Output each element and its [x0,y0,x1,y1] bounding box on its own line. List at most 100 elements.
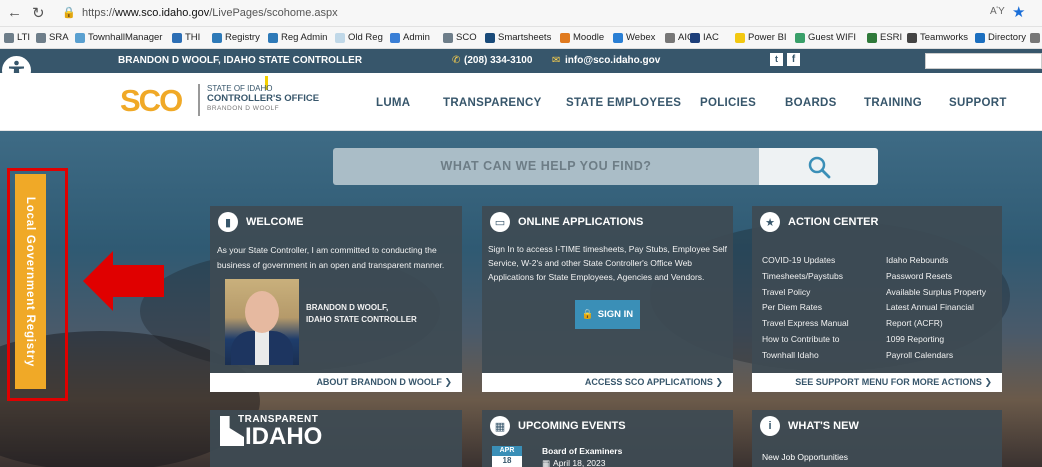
favorite-label: THI [185,32,201,43]
email-link[interactable]: info@sco.idaho.gov [565,55,660,66]
transparent-idaho-panel[interactable]: TRANSPARENT IDAHO [210,410,462,467]
action-link[interactable]: Password Resets [886,269,986,285]
favorite-item[interactable]: SCO [443,32,477,43]
whats-new-panel: i WHAT'S NEW New Job Opportunities [752,410,1002,467]
chevron-right-icon: ❯ [444,377,452,387]
favorite-item[interactable]: Smartsheets [485,32,551,43]
event-title[interactable]: Board of Examiners [542,446,622,456]
phone-icon: ✆ [452,55,461,66]
menu-transparency[interactable]: TRANSPARENCY [443,97,542,109]
events-header: ▦ UPCOMING EVENTS [490,416,626,436]
menu-luma[interactable]: LUMA [376,97,410,109]
twitter-icon[interactable]: t [770,53,783,66]
favorite-label: SCO [456,32,477,43]
favorite-item[interactable]: Reg Admin [268,32,327,43]
read-aloud-icon[interactable]: AὙ [990,6,1005,17]
favorite-item[interactable]: Guest WIFI [795,32,856,43]
logo-line3: BRANDON D WOOLF [207,105,280,112]
bookmark-icon [975,32,985,43]
favorite-item[interactable]: Power BI [735,32,787,43]
menu-boards[interactable]: BOARDS [785,97,837,109]
favorite-item[interactable]: TownhallManager [75,32,162,43]
support-menu-link[interactable]: SEE SUPPORT MENU FOR MORE ACTIONS ❯ [752,373,1002,392]
search-input[interactable]: WHAT CAN WE HELP YOU FIND? [333,148,759,185]
menu-training[interactable]: TRAINING [864,97,922,109]
action-link[interactable]: Latest Annual Financial [886,300,986,316]
action-links-left: COVID-19 Updates Timesheets/Paystubs Tra… [762,253,849,364]
whats-new-item[interactable]: New Job Opportunities [762,452,848,462]
url-field[interactable]: https://www.sco.idaho.gov/LivePages/scoh… [82,7,338,19]
favorite-star-icon[interactable]: ★ [1012,3,1025,21]
controller-name: BRANDON D WOOLF, IDAHO STATE CONTROLLER [118,55,363,66]
action-header: ★ ACTION CENTER [760,212,878,232]
facebook-icon[interactable]: f [787,53,800,66]
url-prefix: https:// [82,7,116,19]
menu-state-employees[interactable]: STATE EMPLOYEES [566,97,681,109]
lock-icon: 🔒 [581,309,594,320]
calendar-icon: ▦ [490,416,510,436]
action-link[interactable]: Idaho Rebounds [886,253,986,269]
action-links-right: Idaho Rebounds Password Resets Available… [886,253,986,364]
menu-policies[interactable]: POLICIES [700,97,756,109]
search-button[interactable] [759,148,878,185]
bookmark-icon [212,32,222,43]
action-link[interactable]: Townhall Idaho [762,348,849,364]
action-link[interactable]: Timesheets/Paystubs [762,269,849,285]
favorite-item[interactable]: Utah [1030,32,1042,43]
logo-mark: SCO [120,83,183,118]
favorite-item[interactable]: ESRI [867,32,902,43]
favorite-item[interactable]: LTI [4,32,30,43]
online-applications-panel: ▭ ONLINE APPLICATIONS Sign In to access … [482,206,733,392]
action-link[interactable]: Travel Express Manual [762,316,849,332]
event-month: APR [492,446,522,456]
favorite-label: Guest WIFI [808,32,857,43]
logo-line2: CONTROLLER'S OFFICE [207,93,320,104]
portrait-face [245,291,279,333]
favorite-item[interactable]: THI [172,32,200,43]
refresh-icon[interactable]: ↻ [32,4,45,22]
action-link[interactable]: COVID-19 Updates [762,253,849,269]
idaho-label: IDAHO [245,423,323,450]
favorite-item[interactable]: Teamworks [907,32,968,43]
lock-icon[interactable]: 🔒 [62,6,76,19]
back-arrow-icon[interactable]: ← [7,4,22,21]
action-link[interactable]: Travel Policy [762,285,849,301]
bookmark-icon [75,32,85,43]
favorite-item[interactable]: Old Reg [335,32,383,43]
favorite-item[interactable]: IAC [690,32,719,43]
favorite-item[interactable]: Admin [390,32,430,43]
welcome-name: BRANDON D WOOLF, [306,303,389,312]
sign-in-button[interactable]: 🔒 SIGN IN [575,300,640,329]
calendar-small-icon: ▦ [542,458,551,467]
email-icon: ✉ [552,55,561,66]
menu-support[interactable]: SUPPORT [949,97,1007,109]
phone-link[interactable]: (208) 334-3100 [464,55,532,66]
logo-text: STATE OF IDAHO CONTROLLER'S OFFICE BRAND… [207,84,319,114]
event-day: 18 [502,456,512,465]
action-link[interactable]: Payroll Calendars [886,348,986,364]
chevron-right-icon: ❯ [715,377,723,387]
welcome-header: ▮ WELCOME [218,212,303,232]
sco-logo[interactable]: SCO [120,83,191,119]
site-search-box[interactable] [925,53,1042,69]
favorite-item[interactable]: Registry [212,32,260,43]
star-icon: ★ [760,212,780,232]
action-link[interactable]: Available Surplus Property [886,285,986,301]
upcoming-events-panel: ▦ UPCOMING EVENTS APR 18 Board of Examin… [482,410,733,467]
favorite-item[interactable]: SRA [36,32,69,43]
welcome-panel: ▮ WELCOME As your State Controller, I am… [210,206,462,392]
action-link[interactable]: Per Diem Rates [762,300,849,316]
about-link-label: ABOUT BRANDON D WOOLF [316,377,442,387]
access-applications-link[interactable]: ACCESS SCO APPLICATIONS ❯ [482,373,733,392]
action-link[interactable]: How to Contribute to [762,332,849,348]
whats-new-header: i WHAT'S NEW [760,416,859,436]
about-link[interactable]: ABOUT BRANDON D WOOLF ❯ [210,373,462,392]
action-link[interactable]: 1099 Reporting [886,332,986,348]
bookmark-icon [560,32,570,43]
favorite-item[interactable]: Directory [975,32,1026,43]
bookmark-icon [613,32,623,43]
favorite-item[interactable]: Moodle [560,32,604,43]
favorite-item[interactable]: Webex [613,32,655,43]
action-link[interactable]: Report (ACFR) [886,316,986,332]
bookmark-icon [867,32,877,43]
